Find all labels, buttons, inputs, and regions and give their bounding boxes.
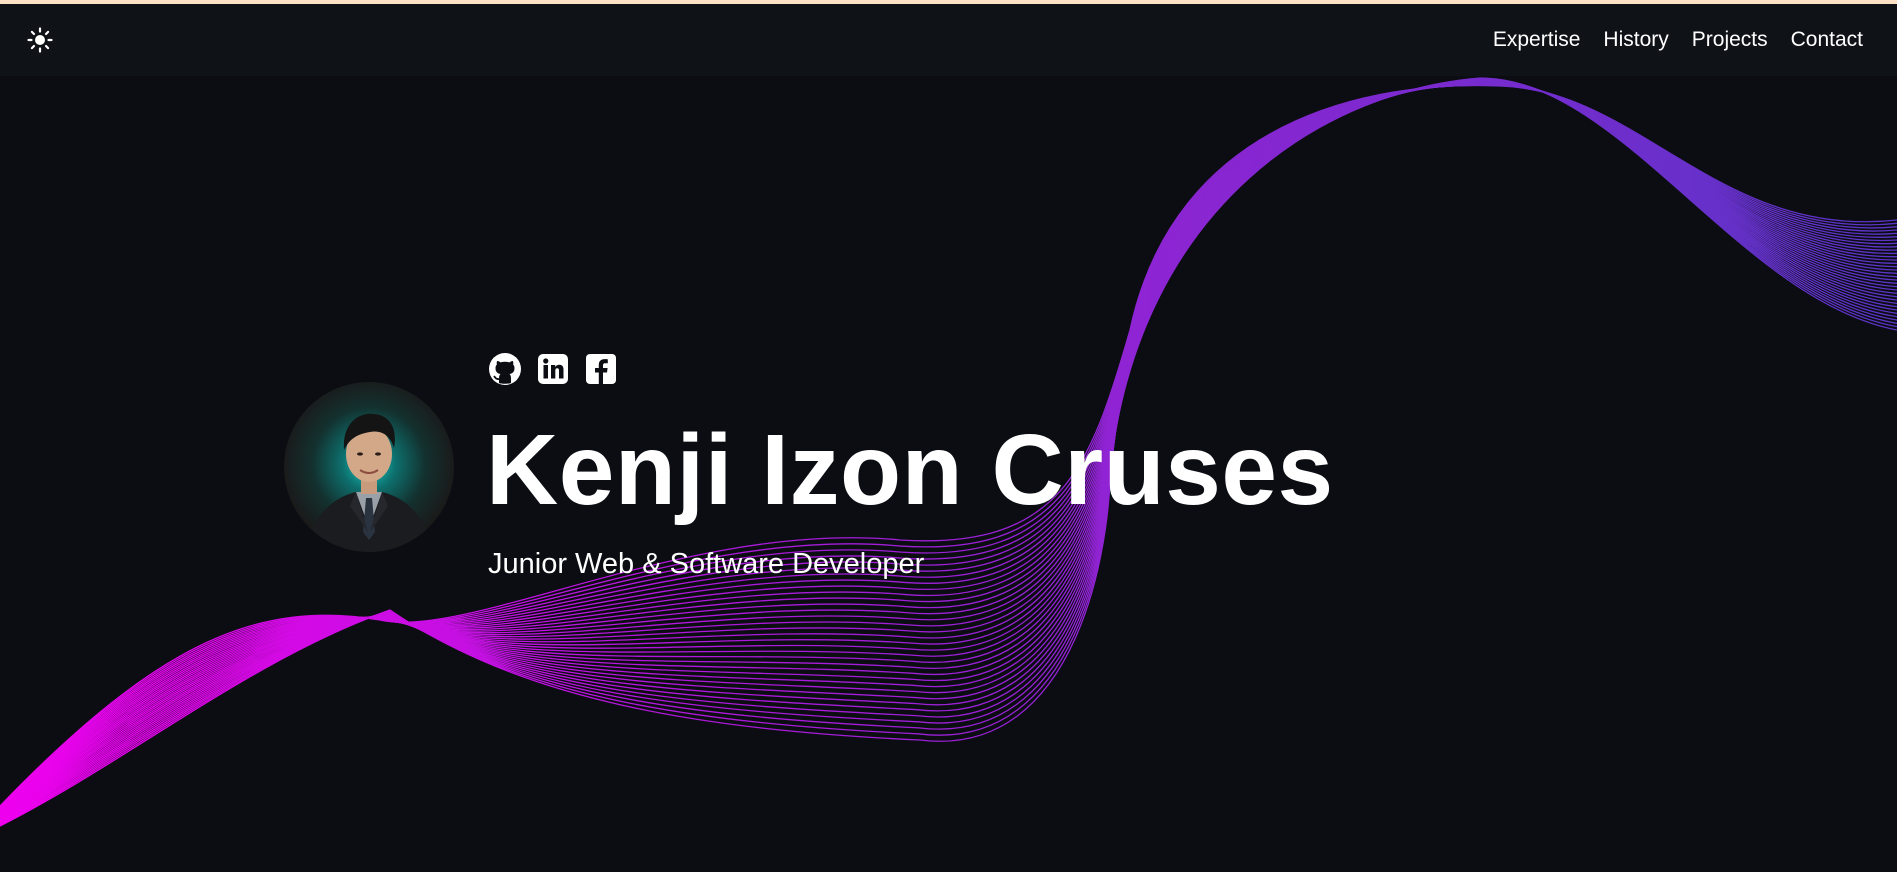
navbar: Expertise History Projects Contact: [0, 4, 1897, 76]
sun-icon: [27, 27, 53, 53]
theme-toggle-button[interactable]: [26, 26, 54, 54]
github-link[interactable]: [488, 352, 522, 386]
nav-link-projects[interactable]: Projects: [1692, 28, 1768, 52]
nav-links: Expertise History Projects Contact: [1493, 28, 1863, 52]
hero-job-title: Junior Web & Software Developer: [488, 548, 925, 580]
nav-link-expertise[interactable]: Expertise: [1493, 28, 1581, 52]
nav-link-history[interactable]: History: [1603, 28, 1668, 52]
facebook-icon: [586, 354, 616, 384]
facebook-link[interactable]: [584, 352, 618, 386]
github-icon: [489, 353, 521, 385]
social-links: [488, 352, 618, 386]
profile-photo: [306, 413, 432, 552]
profile-avatar: [284, 382, 454, 552]
hero-name: Kenji Izon Cruses: [486, 414, 1334, 526]
linkedin-link[interactable]: [536, 352, 570, 386]
nav-link-contact[interactable]: Contact: [1791, 28, 1863, 52]
linkedin-icon: [538, 354, 568, 384]
hero-section: Kenji Izon Cruses Junior Web & Software …: [0, 0, 1897, 872]
